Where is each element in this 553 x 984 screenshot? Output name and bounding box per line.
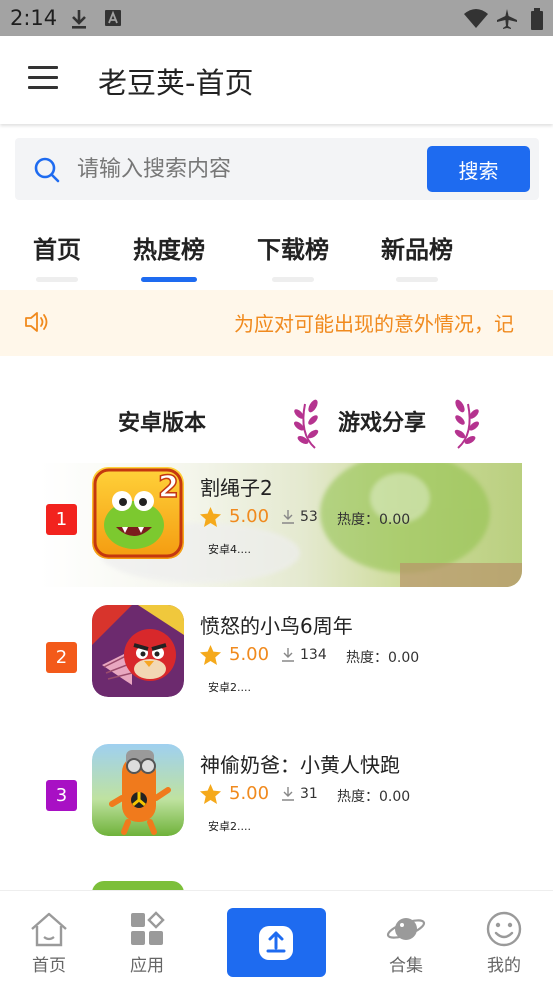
- download-count: 134: [300, 647, 327, 663]
- search-bar: 搜索: [15, 138, 539, 200]
- speaker-icon: [25, 312, 48, 332]
- list-item[interactable]: 2 愤怒的小鸟6周年 5.00 134 热度：0.00 安卓2....: [0, 602, 553, 726]
- tab-new-ranking[interactable]: 新品榜: [376, 226, 458, 290]
- download-icon: [282, 648, 294, 662]
- heat-value: 热度：0.00: [337, 789, 411, 805]
- category-tabs: 首页 热度榜 下载榜 新品榜: [0, 226, 553, 290]
- tab-label: 新品榜: [381, 236, 453, 264]
- download-icon: [282, 787, 294, 801]
- status-time: 2:14: [10, 6, 58, 30]
- nav-label: 我的: [487, 956, 521, 976]
- upload-button[interactable]: [227, 908, 326, 977]
- list-item[interactable]: 1 2 割绳子2 5.00 53 热度：0.00 安卓4....: [0, 463, 553, 587]
- star-icon: [199, 644, 222, 666]
- section-tab-game-share[interactable]: 游戏分享: [338, 405, 426, 437]
- tab-label: 下载榜: [257, 236, 329, 264]
- section-tab-android-version[interactable]: 安卓版本: [118, 405, 206, 437]
- star-icon: [199, 783, 222, 805]
- search-button[interactable]: 搜索: [427, 146, 530, 192]
- download-icon: [282, 510, 294, 524]
- app-icon-minion-rush: [92, 744, 184, 836]
- notification-a-icon: [105, 10, 121, 26]
- app-name: 神偷奶爸：小黄人快跑: [200, 753, 400, 777]
- tab-home[interactable]: 首页: [28, 226, 86, 290]
- notice-bar[interactable]: 为应对可能出现的意外情况，记: [0, 290, 553, 356]
- tab-label: 首页: [33, 236, 81, 264]
- tab-download-ranking[interactable]: 下载榜: [252, 226, 334, 290]
- wifi-icon: [464, 9, 488, 28]
- nav-apps[interactable]: 应用: [107, 891, 187, 984]
- tab-indicator: [272, 277, 314, 282]
- notice-text: 为应对可能出现的意外情况，记: [234, 312, 514, 336]
- nav-collection[interactable]: 合集: [366, 891, 446, 984]
- tab-indicator: [36, 277, 78, 282]
- airplane-icon: [497, 9, 517, 29]
- app-name: 割绳子2: [200, 476, 273, 500]
- app-name: 愤怒的小鸟6周年: [200, 614, 353, 638]
- app-icon-cut-the-rope: 2: [92, 467, 184, 559]
- search-input[interactable]: [77, 148, 417, 190]
- laurel-left-icon: [294, 399, 319, 449]
- status-bar: 2:14: [0, 0, 553, 36]
- upload-icon: [259, 926, 293, 960]
- rank-badge: 3: [46, 780, 77, 811]
- rating-value: 5.00: [229, 783, 270, 804]
- rating-value: 5.00: [229, 644, 270, 665]
- apps-icon: [131, 911, 165, 945]
- nav-home[interactable]: 首页: [9, 891, 89, 984]
- nav-label: 应用: [130, 956, 164, 976]
- tab-indicator: [396, 277, 438, 282]
- rank-badge: 2: [46, 642, 77, 673]
- rating-value: 5.00: [229, 506, 270, 527]
- menu-icon[interactable]: [28, 66, 58, 90]
- download-count: 53: [300, 509, 318, 525]
- home-icon: [31, 912, 67, 947]
- download-status-icon: [72, 10, 86, 29]
- page-title: 老豆荚-首页: [98, 66, 254, 100]
- search-icon: [34, 157, 60, 183]
- nav-label: 首页: [32, 956, 66, 976]
- battery-icon: [531, 8, 543, 30]
- tab-indicator-active: [141, 277, 197, 282]
- nav-mine[interactable]: 我的: [464, 891, 544, 984]
- download-count: 31: [300, 786, 318, 802]
- tab-hot-ranking[interactable]: 热度榜: [128, 226, 210, 290]
- version-label: 安卓2....: [208, 681, 251, 694]
- app-icon-angry-birds: [92, 605, 184, 697]
- app-header: 老豆荚-首页: [0, 36, 553, 124]
- list-item[interactable]: 3 神偷奶爸：小黄人快跑 5.00 31 热度：0.00 安卓2....: [0, 741, 553, 865]
- heat-value: 热度：0.00: [337, 512, 411, 528]
- version-label: 安卓4....: [208, 543, 251, 556]
- star-icon: [199, 506, 222, 528]
- smiley-icon: [486, 911, 522, 947]
- planet-icon: [386, 918, 426, 940]
- laurel-right-icon: [454, 399, 479, 449]
- tab-label: 热度榜: [133, 236, 205, 264]
- svg-text:2: 2: [158, 470, 179, 505]
- heat-value: 热度：0.00: [346, 650, 420, 666]
- bottom-nav: 首页 应用 合集 我的: [0, 890, 553, 984]
- version-label: 安卓2....: [208, 820, 251, 833]
- nav-label: 合集: [389, 956, 423, 976]
- rank-badge: 1: [46, 504, 77, 535]
